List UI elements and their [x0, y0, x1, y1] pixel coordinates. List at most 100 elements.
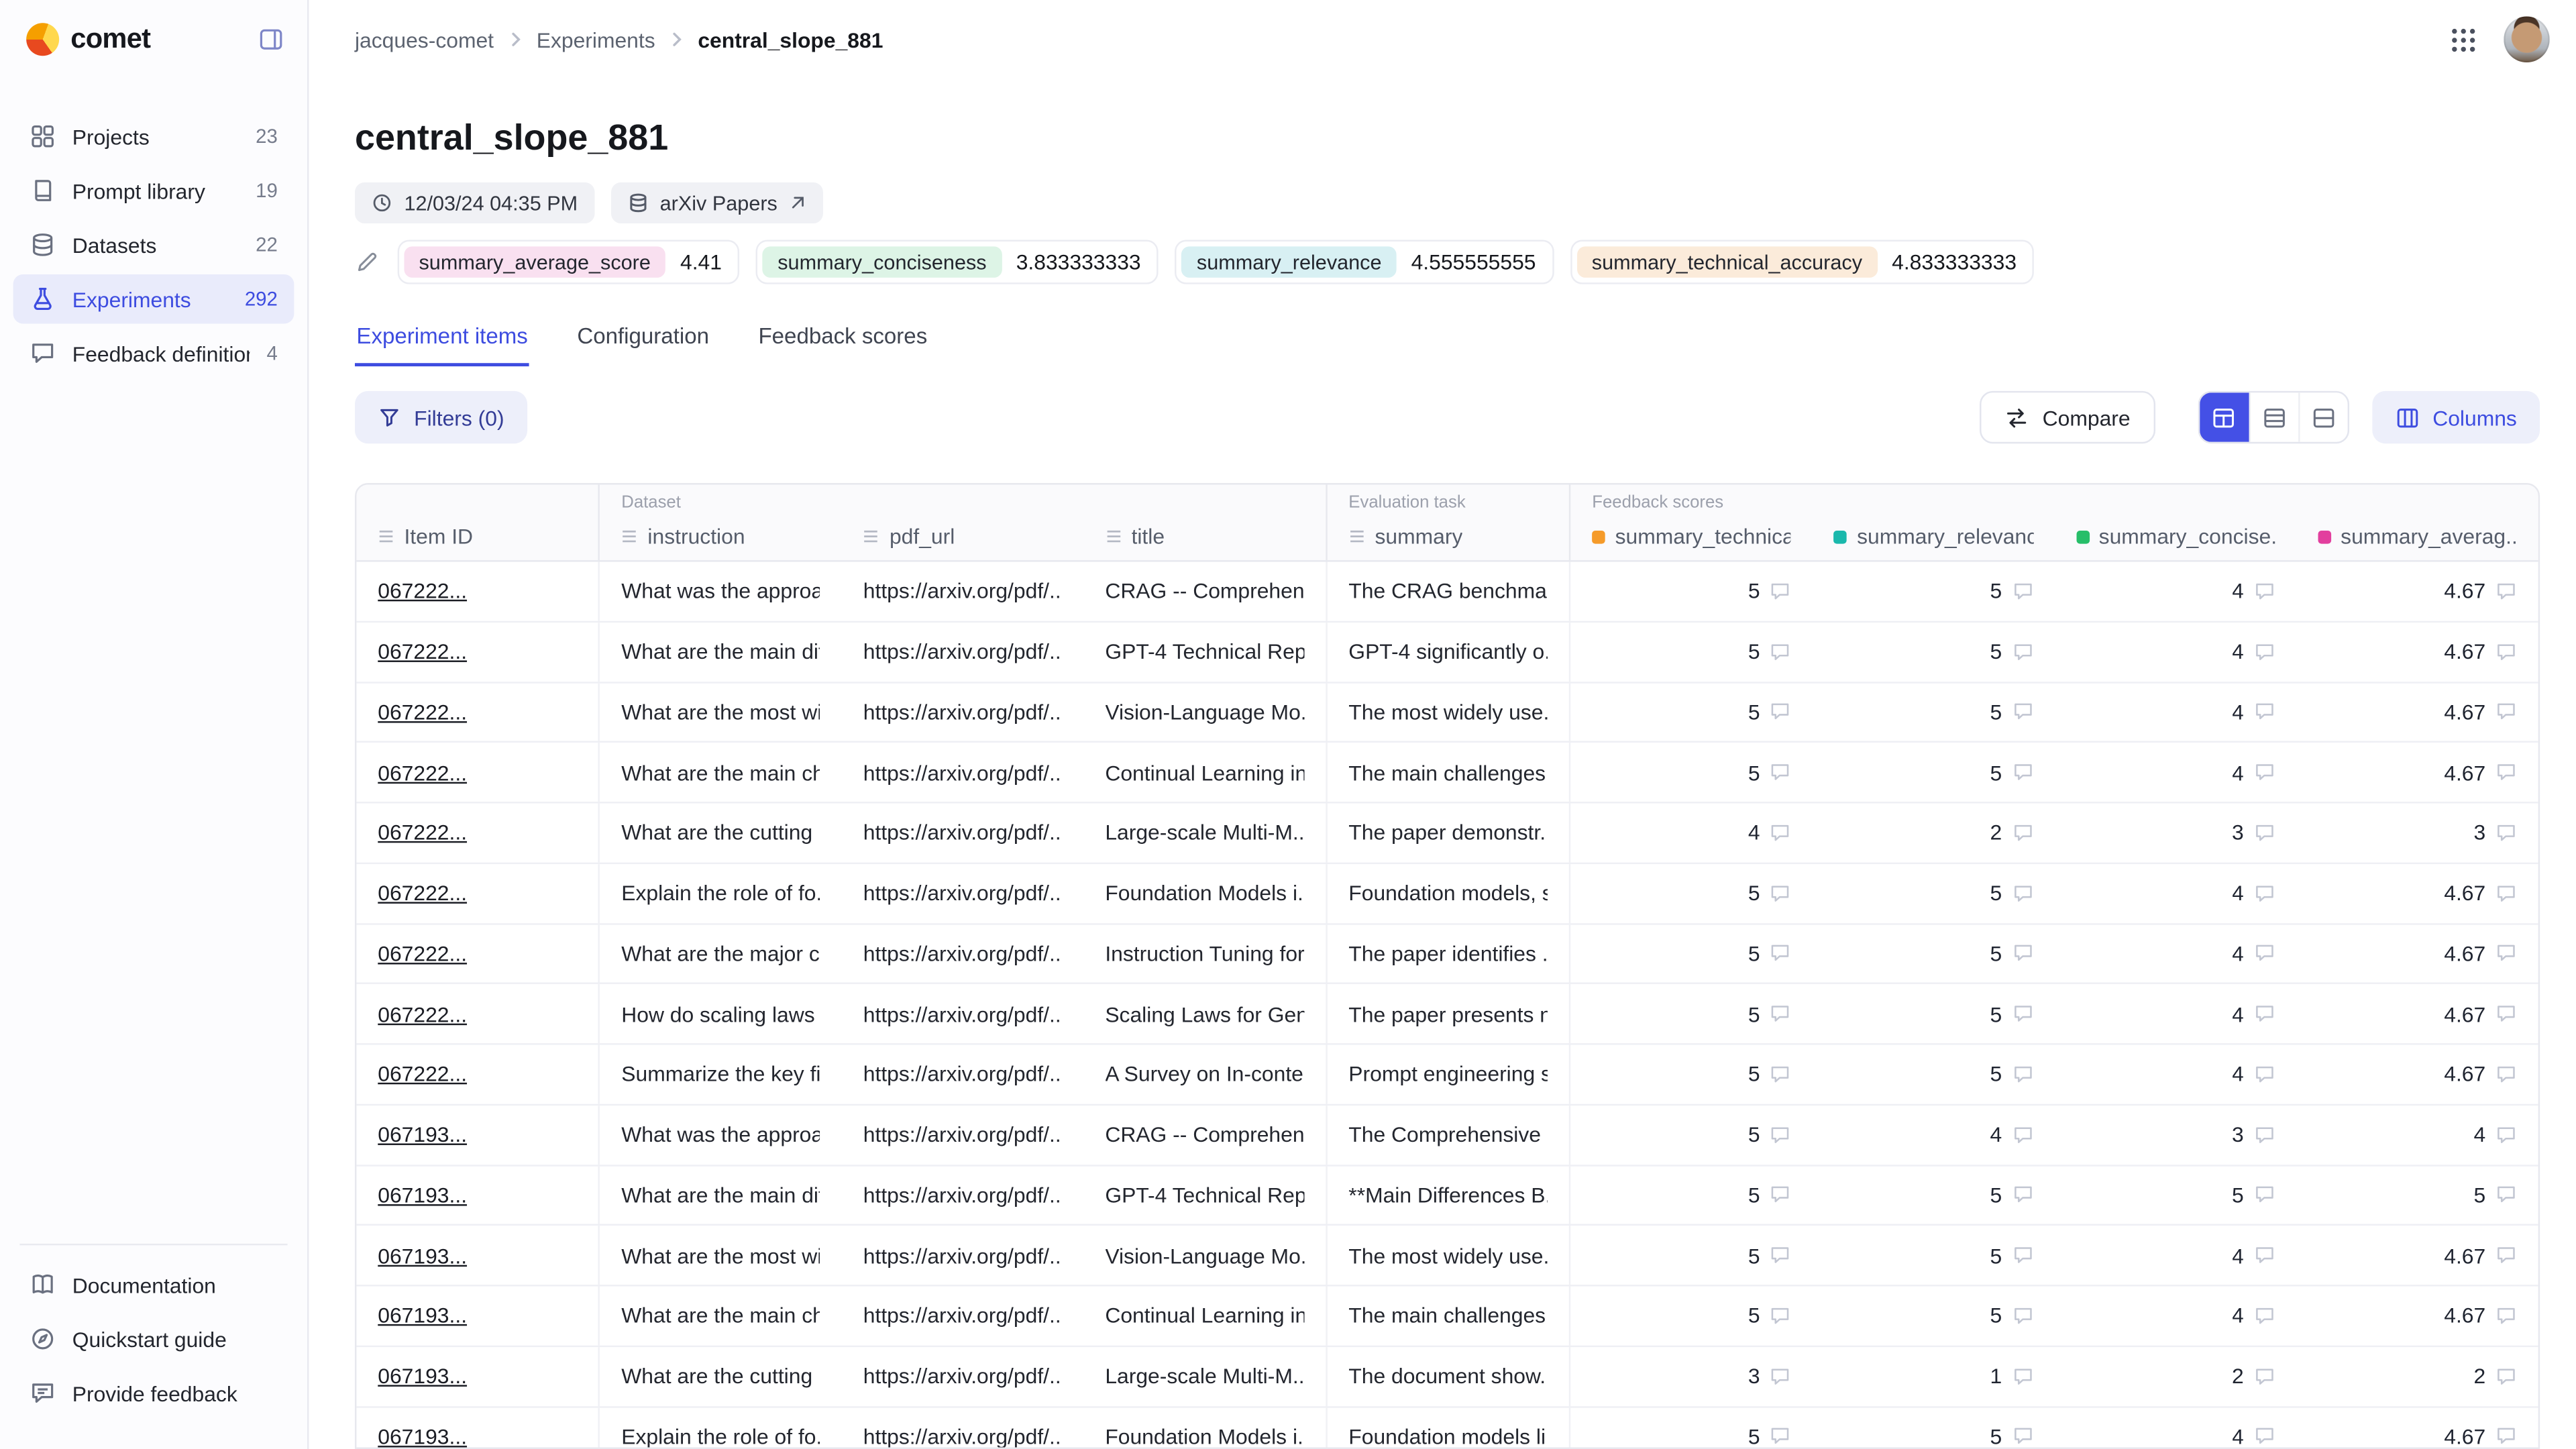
item-id-link[interactable]: 067193... — [378, 1424, 467, 1449]
comment-icon[interactable] — [2012, 1366, 2033, 1386]
comment-icon[interactable] — [1770, 702, 1791, 722]
sidebar-footer-quickstart-guide[interactable]: Quickstart guide — [13, 1314, 294, 1363]
sidebar-footer-provide-feedback[interactable]: Provide feedback — [13, 1368, 294, 1417]
comment-icon[interactable] — [2012, 823, 2033, 843]
comment-icon[interactable] — [1770, 883, 1791, 903]
comment-icon[interactable] — [2253, 1185, 2275, 1205]
comment-icon[interactable] — [2012, 1125, 2033, 1144]
comment-icon[interactable] — [2012, 642, 2033, 661]
comment-icon[interactable] — [2496, 883, 2517, 903]
comment-icon[interactable] — [2253, 883, 2275, 903]
sidebar-item-experiments[interactable]: Experiments292 — [13, 274, 294, 323]
comment-icon[interactable] — [2253, 1004, 2275, 1024]
comment-icon[interactable] — [2012, 1427, 2033, 1446]
comment-icon[interactable] — [2496, 1065, 2517, 1084]
comment-icon[interactable] — [2253, 823, 2275, 843]
comment-icon[interactable] — [2253, 1246, 2275, 1265]
table-view-icon[interactable] — [2199, 392, 2248, 441]
comment-icon[interactable] — [1770, 642, 1791, 661]
feedback-score-chip-summary-conciseness[interactable]: summary_conciseness3.833333333 — [756, 240, 1159, 284]
item-id-link[interactable]: 067222... — [378, 700, 467, 724]
tab-feedback-scores[interactable]: Feedback scores — [757, 312, 929, 366]
comment-icon[interactable] — [2253, 702, 2275, 722]
comment-icon[interactable] — [2496, 1246, 2517, 1265]
columns-button[interactable]: Columns — [2372, 391, 2540, 443]
dataset-chip[interactable]: arXiv Papers — [610, 182, 823, 223]
comment-icon[interactable] — [2012, 944, 2033, 963]
comment-icon[interactable] — [2253, 1366, 2275, 1386]
comment-icon[interactable] — [1770, 1185, 1791, 1205]
comment-icon[interactable] — [2253, 1125, 2275, 1144]
item-id-link[interactable]: 067222... — [378, 1002, 467, 1026]
comment-icon[interactable] — [2496, 642, 2517, 661]
comment-icon[interactable] — [2496, 1004, 2517, 1024]
row-view-icon[interactable] — [2249, 392, 2298, 441]
breadcrumb-item-jacques-comet[interactable]: jacques-comet — [355, 27, 494, 52]
comment-icon[interactable] — [2496, 1366, 2517, 1386]
item-id-link[interactable]: 067193... — [378, 1243, 467, 1268]
comment-icon[interactable] — [2012, 1065, 2033, 1084]
sidebar-collapse-icon[interactable] — [258, 26, 284, 52]
comment-icon[interactable] — [2496, 702, 2517, 722]
comment-icon[interactable] — [2253, 582, 2275, 601]
column-header-instruction[interactable]: Datasetinstruction — [598, 484, 842, 560]
comment-icon[interactable] — [2012, 1306, 2033, 1326]
column-header-summary[interactable]: Evaluation tasksummary — [1326, 484, 1569, 560]
column-header-summary-concise[interactable]: summary_concise... — [2055, 484, 2297, 560]
comment-icon[interactable] — [2012, 1246, 2033, 1265]
comet-logo[interactable]: comet — [26, 23, 150, 56]
column-header-summary-averag[interactable]: summary_averag... — [2296, 484, 2538, 560]
comment-icon[interactable] — [2012, 702, 2033, 722]
comment-icon[interactable] — [1770, 1125, 1791, 1144]
sidebar-item-prompt-library[interactable]: Prompt library19 — [13, 166, 294, 215]
feedback-score-chip-summary-technical-accuracy[interactable]: summary_technical_accuracy4.833333333 — [1570, 240, 2035, 284]
comment-icon[interactable] — [1770, 1427, 1791, 1446]
comment-icon[interactable] — [2012, 763, 2033, 782]
comment-icon[interactable] — [2012, 582, 2033, 601]
item-id-link[interactable]: 067193... — [378, 1122, 467, 1147]
comment-icon[interactable] — [1770, 763, 1791, 782]
comment-icon[interactable] — [1770, 1306, 1791, 1326]
comment-icon[interactable] — [2253, 1427, 2275, 1446]
breadcrumb-item-experiments[interactable]: Experiments — [537, 27, 655, 52]
comment-icon[interactable] — [2012, 1004, 2033, 1024]
comment-icon[interactable] — [2253, 944, 2275, 963]
comment-icon[interactable] — [2253, 1065, 2275, 1084]
comment-icon[interactable] — [1770, 1246, 1791, 1265]
column-header-summary-relevance[interactable]: summary_relevance — [1813, 484, 2055, 560]
compare-button[interactable]: Compare — [1980, 391, 2155, 443]
edit-pencil-icon[interactable] — [355, 250, 380, 274]
item-id-link[interactable]: 067222... — [378, 639, 467, 664]
comment-icon[interactable] — [2253, 1306, 2275, 1326]
comment-icon[interactable] — [2496, 1427, 2517, 1446]
item-id-link[interactable]: 067193... — [378, 1364, 467, 1389]
column-header-title[interactable]: title — [1083, 484, 1326, 560]
item-id-link[interactable]: 067193... — [378, 1183, 467, 1208]
avatar[interactable] — [2504, 16, 2550, 62]
comment-icon[interactable] — [2012, 1185, 2033, 1205]
comment-icon[interactable] — [2012, 883, 2033, 903]
item-id-link[interactable]: 067222... — [378, 941, 467, 966]
comment-icon[interactable] — [1770, 823, 1791, 843]
feedback-score-chip-summary-relevance[interactable]: summary_relevance4.555555555 — [1175, 240, 1554, 284]
comment-icon[interactable] — [1770, 1004, 1791, 1024]
sidebar-item-datasets[interactable]: Datasets22 — [13, 220, 294, 269]
sidebar-footer-documentation[interactable]: Documentation — [13, 1260, 294, 1309]
column-header-pdf-url[interactable]: pdf_url — [842, 484, 1084, 560]
item-id-link[interactable]: 067222... — [378, 1062, 467, 1087]
split-view-icon[interactable] — [2298, 392, 2347, 441]
item-id-link[interactable]: 067222... — [378, 881, 467, 906]
item-id-link[interactable]: 067222... — [378, 579, 467, 604]
apps-grid-icon[interactable] — [2449, 25, 2477, 54]
column-header-item-id[interactable]: Item ID — [356, 484, 598, 560]
comment-icon[interactable] — [2496, 1185, 2517, 1205]
comment-icon[interactable] — [1770, 582, 1791, 601]
comment-icon[interactable] — [2496, 1125, 2517, 1144]
feedback-score-chip-summary-average-score[interactable]: summary_average_score4.41 — [398, 240, 740, 284]
comment-icon[interactable] — [1770, 944, 1791, 963]
item-id-link[interactable]: 067222... — [378, 820, 467, 845]
comment-icon[interactable] — [2253, 642, 2275, 661]
tab-experiment-items[interactable]: Experiment items — [355, 312, 529, 366]
comment-icon[interactable] — [2496, 944, 2517, 963]
comment-icon[interactable] — [2496, 582, 2517, 601]
